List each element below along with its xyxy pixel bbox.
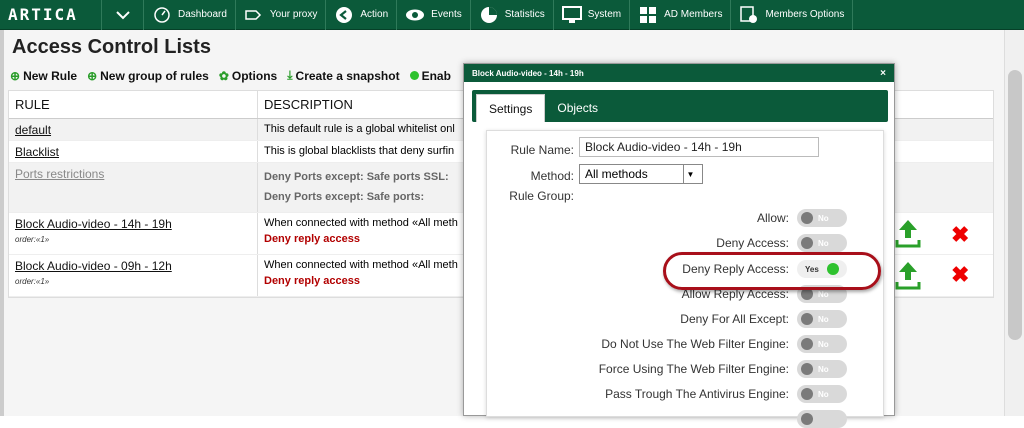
dialog-tabs: Settings Objects [472,90,888,122]
top-nav: ARTICA Dashboard Your proxy Action Event… [0,0,1024,30]
toggle-label-allow: Allow: [756,211,789,225]
rule-link[interactable]: default [15,123,51,137]
acl-toolbar: ⊕ New Rule ⊕ New group of rules ✿ Options ⤓… [10,68,451,83]
delete-icon[interactable]: ✖ [951,262,969,288]
vertical-scrollbar[interactable] [1004,30,1024,416]
rule-link[interactable]: Ports restrictions [15,167,104,181]
nav-events[interactable]: Events [397,0,471,30]
eye-icon [405,5,425,25]
close-icon[interactable]: × [880,68,886,79]
artica-logo[interactable]: ARTICA [0,0,102,30]
nav-action[interactable]: Action [326,0,398,30]
toggle-label-antivirus: Pass Trough The Antivirus Engine: [605,387,789,401]
nav-dashboard[interactable]: Dashboard [144,0,236,30]
toggle-label-no-web-filter: Do Not Use The Web Filter Engine: [601,337,789,351]
rule-link[interactable]: Blacklist [15,145,59,159]
new-group-button[interactable]: ⊕ New group of rules [87,68,209,83]
nav-label: Your proxy [269,9,318,20]
rule-order[interactable]: order:«1» [15,277,251,286]
nav-label: Dashboard [178,9,227,20]
dialog-titlebar[interactable]: Block Audio-video - 14h - 19h × [464,64,894,82]
proxy-icon [244,5,264,25]
chevron-down-icon [115,10,130,19]
nav-statistics[interactable]: Statistics [471,0,554,30]
options-button[interactable]: ✿ Options [219,68,277,83]
plus-circle-icon: ⊕ [87,68,98,83]
toggle-label-deny-access: Deny Access: [716,236,789,250]
tab-settings[interactable]: Settings [476,94,546,122]
nav-your-proxy[interactable]: Your proxy [236,0,327,30]
toggle-label-deny-for-all-except: Deny For All Except: [680,312,789,326]
delete-icon[interactable]: ✖ [951,222,969,248]
next-toggle[interactable] [797,410,847,428]
rule-dialog: Block Audio-video - 14h - 19h × Settings… [463,63,895,428]
members-gear-icon [739,5,759,25]
rule-name-label: Rule Name: [510,143,574,157]
monitor-icon [561,5,582,25]
rule-group-label: Rule Group: [509,189,574,203]
force-web-filter-toggle[interactable]: No [797,360,847,378]
dropdown-arrow-icon: ▼ [683,165,697,183]
method-value: All methods [585,167,648,181]
method-label: Method: [530,169,574,183]
deny-access-toggle[interactable]: No [797,234,847,252]
nav-label: Events [431,9,462,20]
scrollbar-thumb[interactable] [1008,70,1022,340]
method-select[interactable]: All methods ▼ [579,164,703,184]
nav-system[interactable]: System [554,0,631,30]
nav-label: Statistics [504,9,545,20]
antivirus-toggle[interactable]: No [797,385,847,403]
no-web-filter-toggle[interactable]: No [797,335,847,353]
menu-toggle-button[interactable] [102,0,144,30]
pie-chart-icon [479,5,499,25]
nav-label: Action [360,9,389,20]
back-arrow-icon [334,5,354,25]
deny-for-all-except-toggle[interactable]: No [797,310,847,328]
rule-order[interactable]: order:«1» [15,235,251,244]
dashboard-icon [152,5,172,25]
gear-icon: ✿ [218,68,229,83]
nav-label: System [587,9,622,20]
move-up-icon[interactable] [895,218,921,248]
windows-icon [638,5,658,25]
rule-link[interactable]: Block Audio-video - 09h - 12h [15,259,251,273]
nav-label: AD Members [664,9,723,20]
enable-button[interactable]: Enab [409,68,451,83]
snapshot-button[interactable]: ⤓ Create a snapshot [287,68,399,83]
move-up-icon[interactable] [895,260,921,290]
status-dot-icon [409,71,419,80]
column-header-rule[interactable]: RULE [9,91,258,118]
plus-circle-icon: ⊕ [10,68,21,83]
nav-label: Members Options [765,9,845,20]
rule-name-field[interactable]: Block Audio-video - 14h - 19h [579,137,819,157]
nav-ad-members[interactable]: AD Members [630,0,732,30]
download-icon: ⤓ [287,68,293,82]
nav-members-options[interactable]: Members Options [731,0,854,30]
page-title: Access Control Lists [12,36,211,58]
highlight-callout [663,252,881,290]
tab-objects[interactable]: Objects [545,94,610,122]
toggle-label-force-web-filter: Force Using The Web Filter Engine: [598,362,789,376]
allow-toggle[interactable]: No [797,209,847,227]
dialog-title: Block Audio-video - 14h - 19h [472,68,584,78]
new-rule-button[interactable]: ⊕ New Rule [10,68,77,83]
rule-link[interactable]: Block Audio-video - 14h - 19h [15,217,251,231]
